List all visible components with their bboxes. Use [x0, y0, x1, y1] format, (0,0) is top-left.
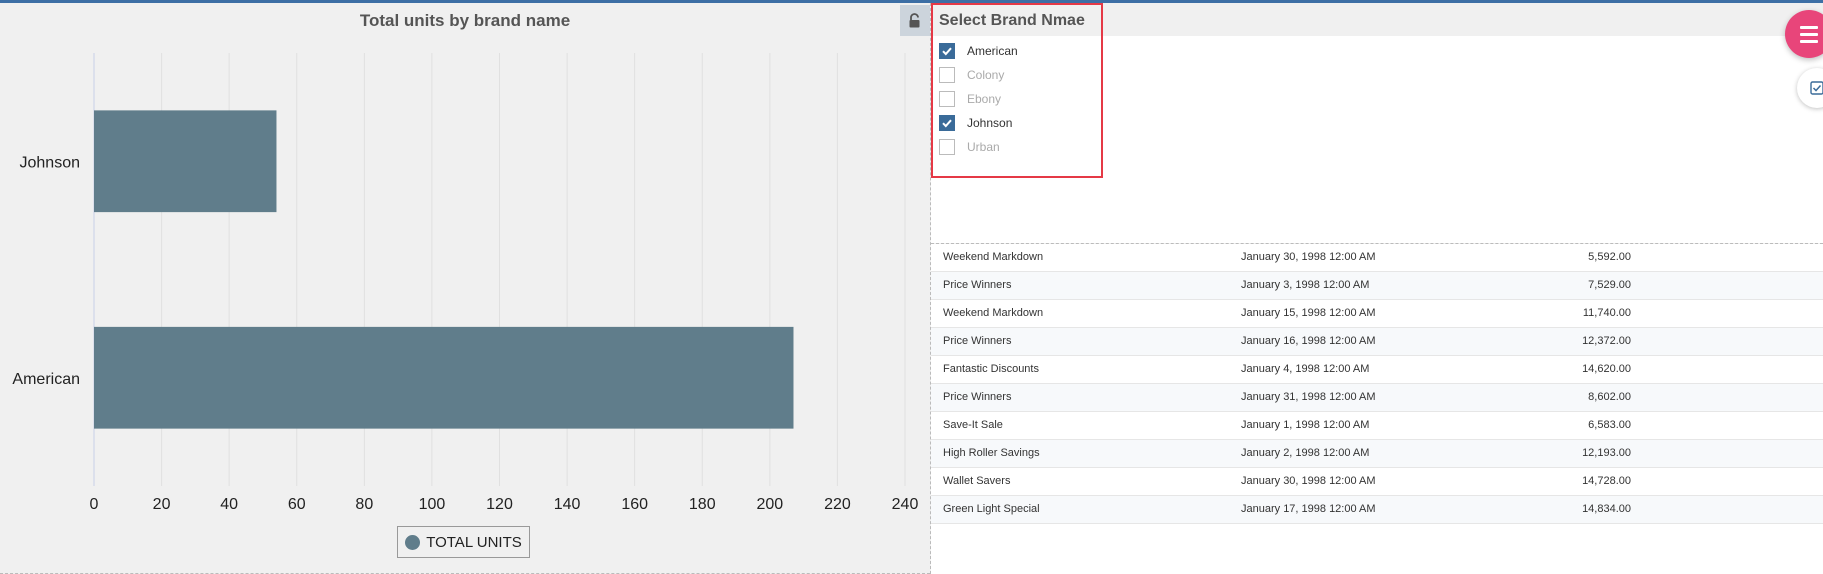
filter-option-label: Colony [967, 68, 1005, 82]
table-row[interactable]: Wallet Savers January 30, 1998 12:00 AM … [931, 468, 1823, 496]
x-tick-label: 100 [419, 496, 446, 513]
table-cell-date: January 31, 1998 12:00 AM [1241, 391, 1376, 403]
hamburger-menu-icon [1800, 25, 1818, 29]
table-cell-date: January 30, 1998 12:00 AM [1241, 251, 1376, 263]
x-tick-label: 180 [689, 496, 716, 513]
x-tick-label: 240 [892, 496, 919, 513]
x-tick-label: 20 [153, 496, 171, 513]
chart-title: Total units by brand name [359, 11, 571, 30]
checkbox[interactable] [939, 139, 955, 155]
x-tick-label: 40 [220, 496, 238, 513]
bar-chart: 0 20 40 60 80 100 120 140 160 180 200 220 240 Johnson… [12, 53, 919, 513]
table-cell-units: 7,529.00 [1588, 279, 1631, 291]
brand-filter-panel: Select Brand Nmae American Colony Ebony … [931, 3, 1823, 243]
checkbox[interactable] [939, 91, 955, 107]
table-cell-date: January 17, 1998 12:00 AM [1241, 503, 1376, 515]
table-cell-promotion: Save-It Sale [943, 419, 1003, 431]
table-cell-units: 8,602.00 [1588, 391, 1631, 403]
table-cell-promotion: Weekend Markdown [943, 251, 1044, 263]
table-cell-units: 14,728.00 [1582, 475, 1631, 487]
filter-option-label: Johnson [967, 116, 1013, 130]
table-row[interactable]: Weekend Markdown January 30, 1998 12:00 … [931, 244, 1823, 272]
table-row[interactable]: High Roller Savings January 2, 1998 12:0… [931, 440, 1823, 468]
check-icon [942, 119, 952, 128]
table-cell-units: 12,193.00 [1582, 447, 1631, 459]
x-tick-label: 140 [554, 496, 581, 513]
table-cell-units: 14,834.00 [1582, 503, 1631, 515]
lock-button[interactable] [900, 5, 930, 36]
table-cell-promotion: Price Winners [943, 391, 1012, 403]
table-cell-date: January 30, 1998 12:00 AM [1241, 475, 1376, 487]
chart-legend[interactable]: TOTAL UNITS [397, 526, 530, 558]
table-cell-promotion: Green Light Special [943, 503, 1040, 515]
checkbox[interactable] [939, 67, 955, 83]
unlock-icon [909, 13, 920, 28]
table-cell-date: January 4, 1998 12:00 AM [1241, 363, 1370, 375]
table-cell-date: January 15, 1998 12:00 AM [1241, 307, 1376, 319]
checkbox[interactable] [939, 115, 955, 131]
table-row[interactable]: Fantastic Discounts January 4, 1998 12:0… [931, 356, 1823, 384]
chart-panel: 0 20 40 60 80 100 120 140 160 180 200 220 240 Johnson… [0, 3, 930, 574]
table-cell-promotion: Fantastic Discounts [943, 363, 1039, 375]
filter-option-ebony[interactable]: Ebony [939, 91, 1001, 107]
table-cell-date: January 1, 1998 12:00 AM [1241, 419, 1370, 431]
x-tick-label: 80 [355, 496, 373, 513]
legend-marker-icon [405, 534, 421, 550]
bar [94, 110, 277, 213]
filter-option-label: Urban [967, 140, 1000, 154]
y-category-label: Johnson [20, 154, 81, 171]
table-cell-promotion: Wallet Savers [943, 475, 1011, 487]
filter-option-label: American [967, 44, 1018, 58]
legend-label: TOTAL UNITS [426, 533, 522, 551]
filter-option-urban[interactable]: Urban [939, 139, 1000, 155]
x-tick-label: 60 [288, 496, 306, 513]
x-tick-label: 200 [756, 496, 783, 513]
check-icon [942, 47, 952, 56]
table-row[interactable]: Price Winners January 16, 1998 12:00 AM … [931, 328, 1823, 356]
table-cell-promotion: High Roller Savings [943, 447, 1040, 459]
table-row[interactable]: Price Winners January 31, 1998 12:00 AM … [931, 384, 1823, 412]
bar [94, 326, 794, 429]
table-cell-promotion: Price Winners [943, 335, 1012, 347]
x-tick-label: 0 [90, 496, 99, 513]
x-tick-label: 160 [621, 496, 648, 513]
table-cell-promotion: Weekend Markdown [943, 307, 1044, 319]
table-row[interactable]: Green Light Special January 17, 1998 12:… [931, 496, 1823, 524]
filter-option-colony[interactable]: Colony [939, 67, 1004, 83]
table-cell-units: 12,372.00 [1582, 335, 1631, 347]
promotion-table: Weekend Markdown January 30, 1998 12:00 … [931, 244, 1823, 574]
table-row[interactable]: Save-It Sale January 1, 1998 12:00 AM 6,… [931, 412, 1823, 440]
checkbox-icon [1810, 81, 1823, 95]
table-cell-units: 6,583.00 [1588, 419, 1631, 431]
table-cell-date: January 16, 1998 12:00 AM [1241, 335, 1376, 347]
table-row[interactable]: Weekend Markdown January 15, 1998 12:00 … [931, 300, 1823, 328]
table-cell-date: January 3, 1998 12:00 AM [1241, 279, 1370, 291]
x-tick-label: 120 [486, 496, 513, 513]
filter-option-american[interactable]: American [939, 43, 1018, 59]
table-cell-units: 11,740.00 [1582, 307, 1631, 319]
filter-option-label: Ebony [967, 92, 1002, 106]
table-row[interactable]: Price Winners January 3, 1998 12:00 AM 7… [931, 272, 1823, 300]
table-cell-date: January 2, 1998 12:00 AM [1241, 447, 1370, 459]
x-tick-label: 220 [824, 496, 851, 513]
table-cell-units: 5,592.00 [1588, 251, 1631, 263]
y-category-label: American [12, 371, 80, 388]
table-cell-promotion: Price Winners [943, 279, 1012, 291]
filter-option-johnson[interactable]: Johnson [939, 115, 1012, 131]
table-cell-units: 14,620.00 [1582, 363, 1631, 375]
checkbox[interactable] [939, 43, 955, 59]
